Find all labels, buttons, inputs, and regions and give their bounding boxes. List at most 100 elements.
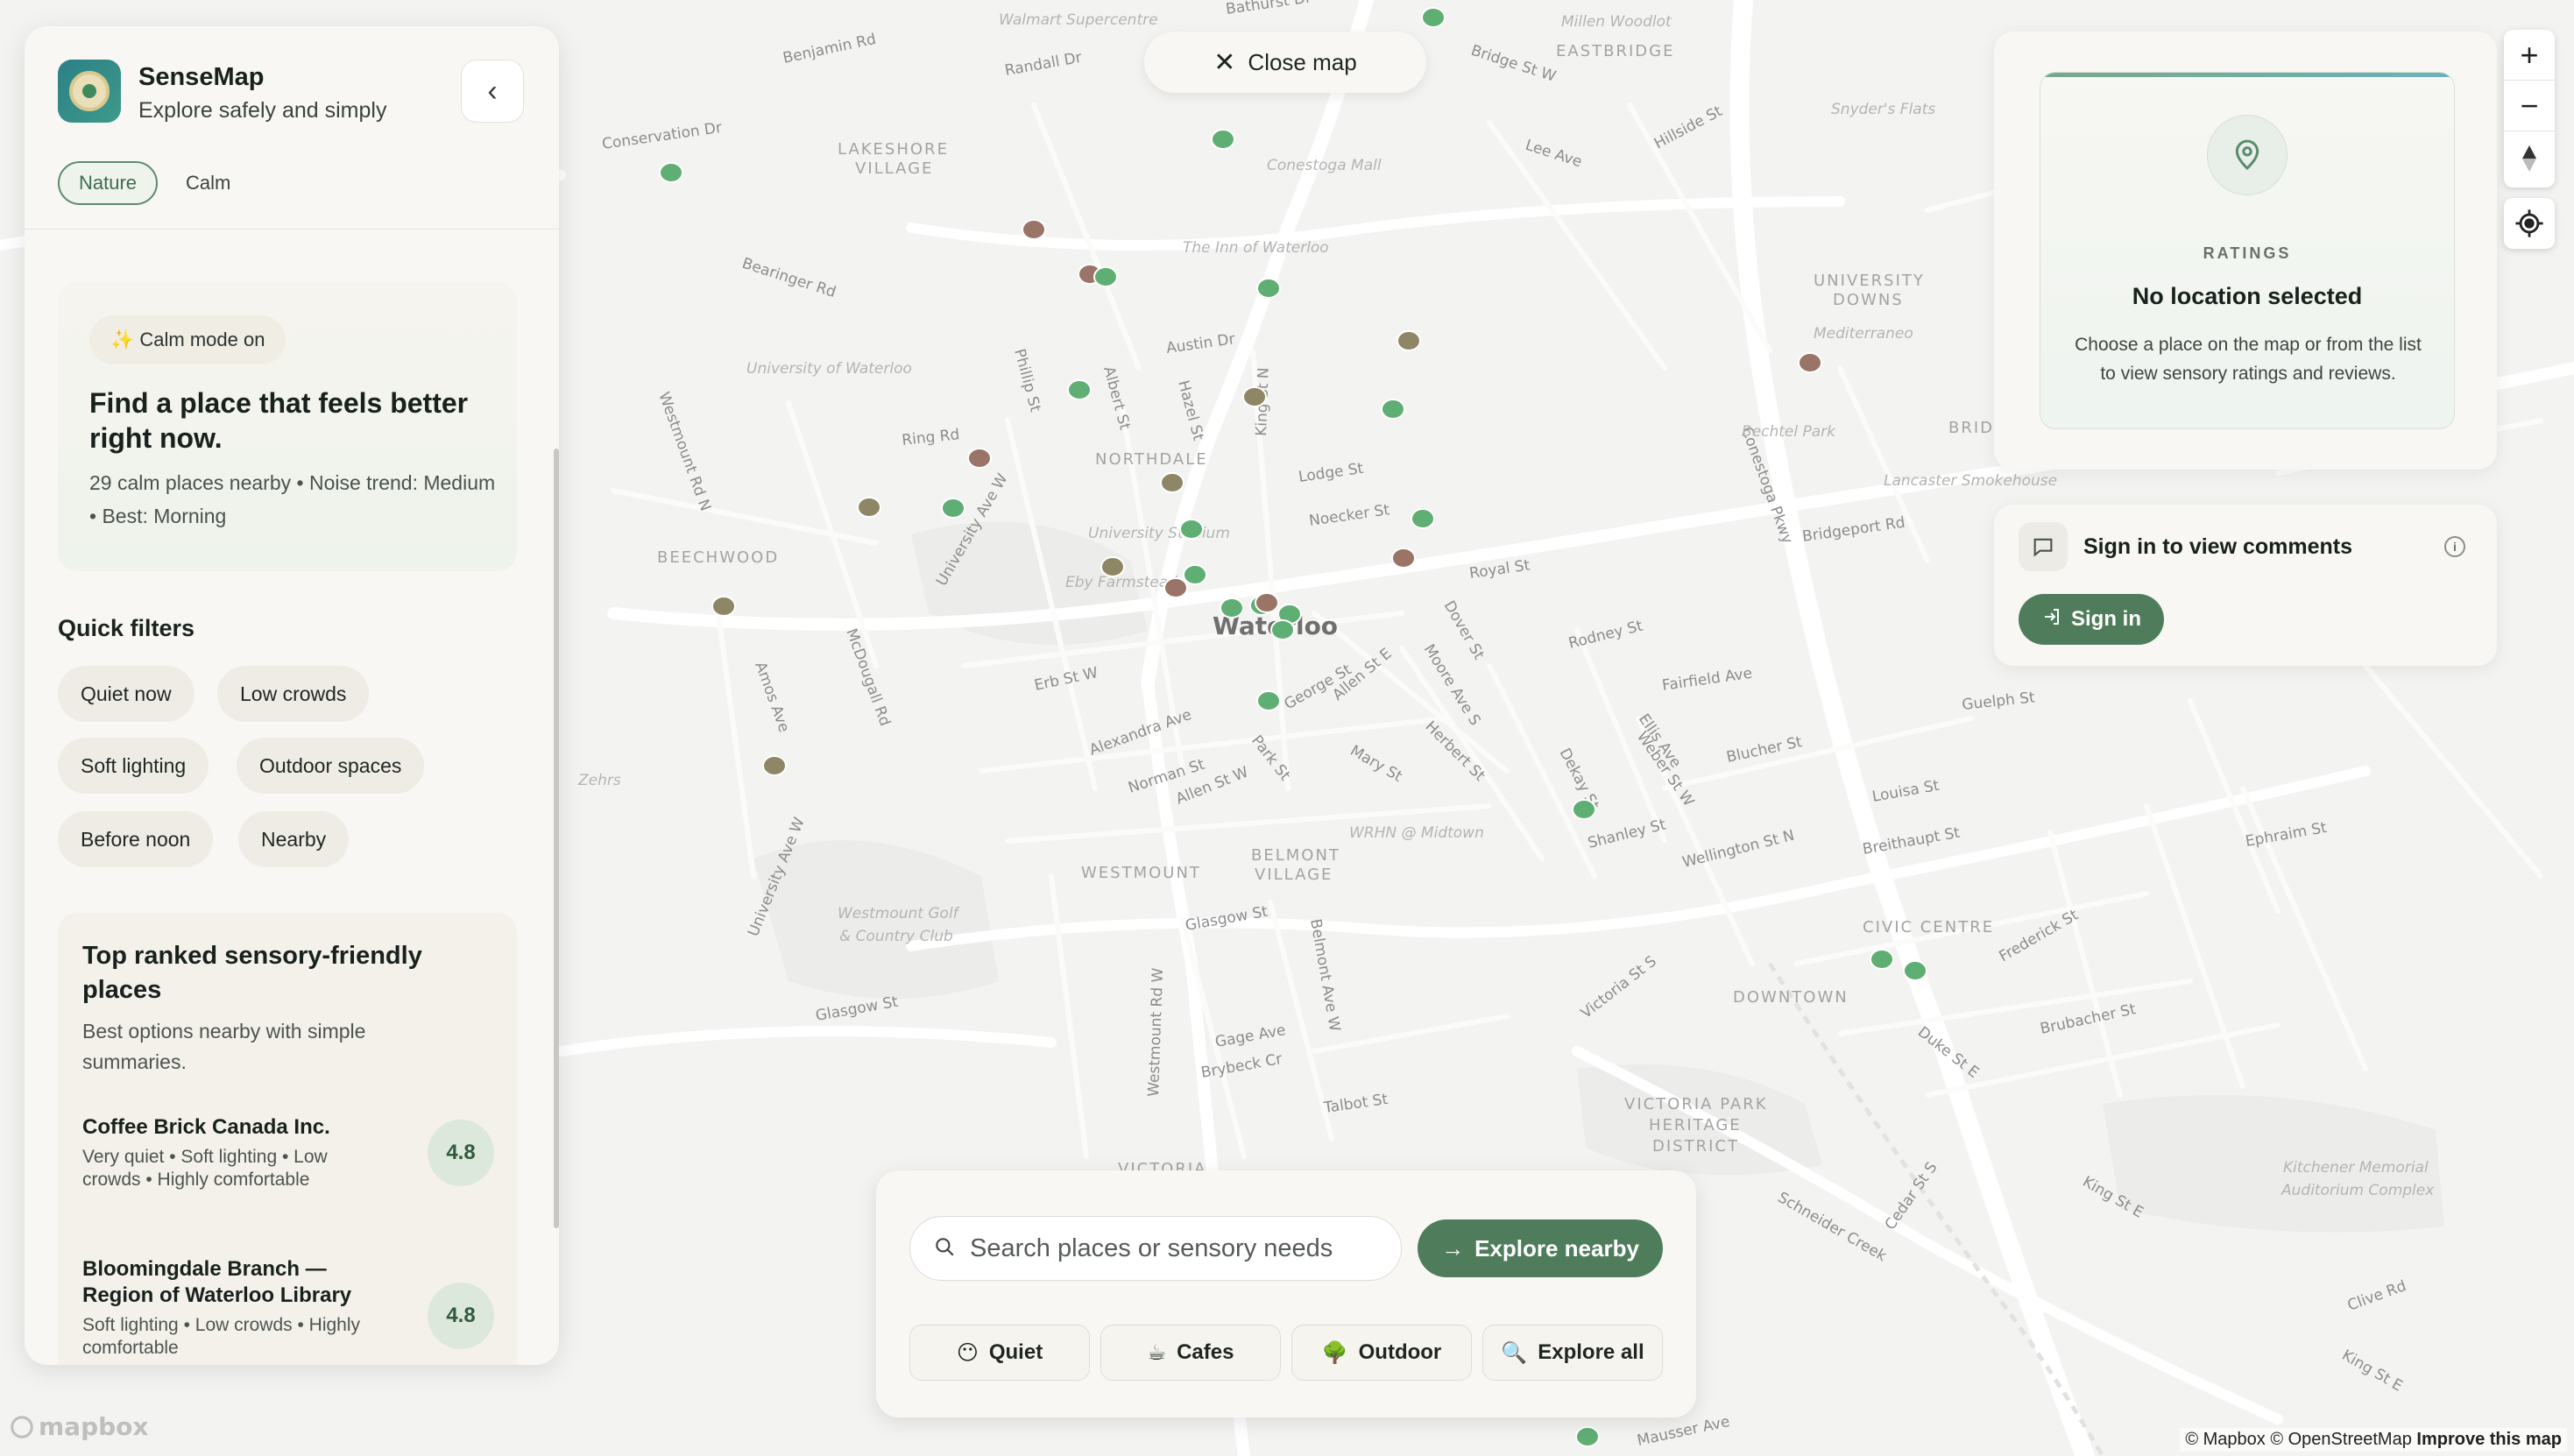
filter-chip-nearby[interactable]: Nearby (238, 811, 350, 867)
map-marker-moderate[interactable] (1397, 330, 1421, 351)
info-icon[interactable]: i (2444, 536, 2465, 557)
attribution-text[interactable]: © Mapbox © OpenStreetMap (2185, 1430, 2412, 1449)
geolocate-button[interactable] (2504, 198, 2555, 249)
map-marker-moderate[interactable] (1100, 556, 1125, 577)
tag-nature[interactable]: Nature (58, 161, 159, 205)
comment-icon (2019, 522, 2068, 571)
svg-text:University of Waterloo: University of Waterloo (746, 360, 912, 378)
location-pin-icon (2207, 115, 2288, 195)
category-quiet-button[interactable]: 😶 Quiet (909, 1325, 1090, 1381)
map-marker-calm[interactable] (1381, 399, 1405, 420)
top-ranked-card: Top ranked sensory-friendly places Best … (58, 913, 517, 1365)
compass-icon (2522, 145, 2536, 172)
map-marker-calm[interactable] (1211, 129, 1235, 150)
mapbox-wordmark: mapbox (39, 1412, 149, 1441)
filter-chip-low-crowds[interactable]: Low crowds (217, 666, 370, 722)
sidebar-scroll-area[interactable]: ✨ Calm mode on Find a place that feels be… (25, 230, 559, 1365)
place-summary: Soft lighting • Low crowds • Highly comf… (82, 1315, 361, 1358)
map-marker-moderate[interactable] (711, 596, 736, 617)
sidebar-panel: SenseMap Explore safely and simply ‹ Nat… (25, 26, 559, 1365)
top-ranked-title: Top ranked sensory-friendly places (82, 942, 422, 1004)
map-marker-calm[interactable] (1183, 564, 1207, 585)
map-marker-moderate[interactable] (1242, 386, 1267, 407)
ratings-accent-bar (2040, 73, 2454, 77)
map-marker-calm[interactable] (1572, 799, 1596, 820)
mapbox-icon (11, 1415, 33, 1438)
map-marker-moderate[interactable] (857, 497, 881, 518)
map-marker-calm[interactable] (659, 162, 683, 183)
map-marker-calm[interactable] (941, 498, 965, 519)
hero-meta: 29 calm places nearby • Noise trend: Med… (89, 471, 496, 527)
map-marker-calm[interactable] (1270, 619, 1295, 640)
mapbox-logo[interactable]: mapbox (9, 1412, 148, 1441)
hero-title: Find a place that feels better right now… (89, 387, 469, 454)
sign-in-button[interactable]: Sign in (2019, 594, 2164, 645)
magnifier-icon: 🔍 (1501, 1340, 1528, 1365)
close-icon: ✕ (1213, 47, 1236, 77)
svg-text:Walmart Supercentre: Walmart Supercentre (999, 11, 1158, 29)
sign-in-label: Sign in (2071, 607, 2141, 631)
map-marker-calm[interactable] (1870, 949, 1894, 970)
map-marker-calm[interactable] (1256, 278, 1281, 299)
map-marker-moderate[interactable] (1160, 472, 1184, 493)
compass-reset-button[interactable] (2504, 131, 2555, 186)
category-explore-all-button[interactable]: 🔍 Explore all (1482, 1325, 1663, 1381)
map-marker-calm[interactable] (1411, 508, 1435, 529)
sidebar-scrollbar[interactable] (554, 449, 559, 1228)
map-marker-busy[interactable] (1391, 548, 1416, 569)
map-marker-calm[interactable] (1256, 690, 1281, 711)
coffee-icon: ☕ (1147, 1340, 1167, 1365)
tag-calm[interactable]: Calm (166, 161, 250, 205)
sign-in-icon (2041, 606, 2062, 633)
map-marker-calm[interactable] (1067, 379, 1092, 400)
filter-chip-quiet-now[interactable]: Quiet now (58, 666, 194, 722)
ratings-description: Choose a place on the map or from the li… (2075, 335, 2422, 384)
map-marker-calm[interactable] (1903, 960, 1927, 981)
search-input[interactable] (970, 1233, 1390, 1263)
svg-text:VILLAGE: VILLAGE (855, 159, 933, 178)
map-marker-busy[interactable] (1798, 352, 1822, 373)
map-marker-calm[interactable] (1421, 7, 1446, 28)
map-marker-calm[interactable] (1179, 519, 1204, 540)
improve-map-link[interactable]: Improve this map (2416, 1430, 2562, 1449)
collapse-sidebar-button[interactable]: ‹ (461, 60, 524, 123)
map-marker-calm[interactable] (1093, 266, 1118, 287)
map-marker-calm[interactable] (1575, 1426, 1600, 1447)
map-marker-busy[interactable] (1163, 577, 1188, 598)
place-name: Bloomingdale Branch — Region of Waterloo… (82, 1257, 352, 1307)
sidebar-header: SenseMap Explore safely and simply ‹ Nat… (25, 26, 559, 230)
place-name: Coffee Brick Canada Inc. (82, 1115, 330, 1139)
ratings-title: No location selected (2132, 283, 2363, 309)
svg-text:DISTRICT: DISTRICT (1652, 1137, 1739, 1156)
zoom-out-button[interactable]: − (2504, 81, 2555, 131)
close-map-button[interactable]: ✕ Close map (1144, 32, 1426, 93)
explore-nearby-button[interactable]: → Explore nearby (1418, 1219, 1663, 1277)
map-marker-moderate[interactable] (762, 755, 787, 776)
category-label: Quiet (988, 1340, 1043, 1364)
map-marker-busy[interactable] (967, 448, 992, 469)
svg-text:HERITAGE: HERITAGE (1649, 1116, 1742, 1134)
map-marker-calm[interactable] (1220, 597, 1244, 618)
svg-text:The Inn of Waterloo: The Inn of Waterloo (1183, 239, 1329, 257)
category-cafes-button[interactable]: ☕ Cafes (1100, 1325, 1281, 1381)
zoom-in-button[interactable]: + (2504, 30, 2555, 81)
category-outdoor-button[interactable]: 🌳 Outdoor (1291, 1325, 1472, 1381)
map-marker-busy[interactable] (1022, 219, 1046, 240)
svg-text:LAKESHORE: LAKESHORE (838, 140, 949, 159)
filter-chip-outdoor-spaces[interactable]: Outdoor spaces (237, 738, 425, 794)
map-marker-busy[interactable] (1255, 592, 1279, 613)
svg-text:Auditorium Complex: Auditorium Complex (2281, 1182, 2435, 1199)
app-subtitle: Explore safely and simply (138, 98, 387, 123)
search-box[interactable] (909, 1216, 1402, 1281)
ratings-empty-state: RATINGS No location selected Choose a pl… (2040, 72, 2455, 429)
svg-text:BEECHWOOD: BEECHWOOD (657, 548, 779, 567)
filter-chip-soft-lighting[interactable]: Soft lighting (58, 738, 209, 794)
ratings-panel: RATINGS No location selected Choose a pl… (1994, 32, 2497, 470)
ratings-label: RATINGS (2203, 244, 2292, 262)
svg-text:Mediterraneo: Mediterraneo (1814, 325, 1913, 343)
list-item[interactable]: Bloomingdale Branch — Region of Waterloo… (82, 1256, 494, 1365)
filter-chip-before-noon[interactable]: Before noon (58, 811, 214, 867)
category-label: Explore all (1538, 1340, 1644, 1364)
list-item[interactable]: Coffee Brick Canada Inc. Very quiet • So… (82, 1114, 494, 1211)
svg-text:University Stadium: University Stadium (1088, 525, 1230, 542)
